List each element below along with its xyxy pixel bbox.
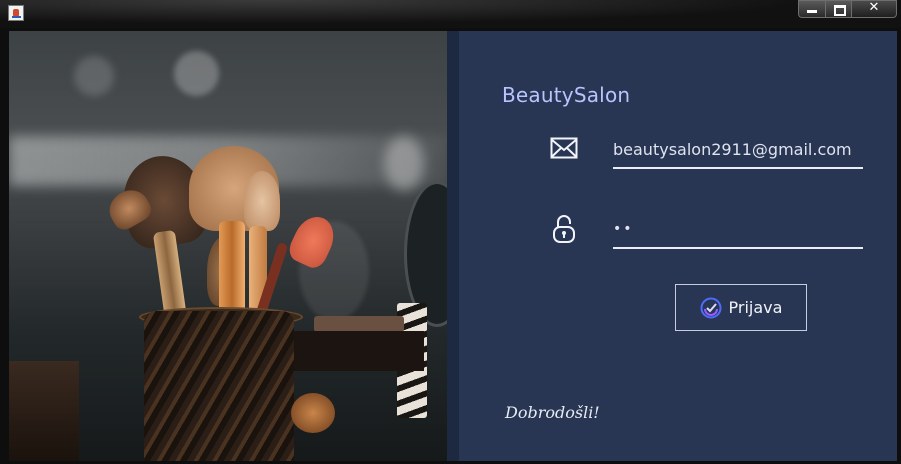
table-surface xyxy=(294,331,424,371)
panel-edge xyxy=(447,31,459,461)
window-title-bar[interactable]: ✕ xyxy=(0,0,901,28)
bokeh-circle xyxy=(174,51,219,96)
bokeh-circle xyxy=(384,136,424,191)
email-field[interactable] xyxy=(613,131,863,169)
makeup-brushes-photo xyxy=(9,31,447,461)
compact-case xyxy=(9,361,79,461)
brush-head xyxy=(244,171,280,231)
password-input[interactable] xyxy=(613,211,863,247)
maximize-button[interactable] xyxy=(825,0,851,18)
login-button-label: Prijava xyxy=(728,298,783,317)
brush-cup xyxy=(144,311,294,461)
close-button[interactable]: ✕ xyxy=(851,0,897,18)
mail-icon xyxy=(550,137,578,159)
welcome-text: Dobrodošli! xyxy=(505,403,600,422)
java-app-icon xyxy=(8,5,24,21)
brush-handle xyxy=(219,221,245,316)
lock-icon xyxy=(553,215,575,243)
login-button[interactable]: Prijava xyxy=(675,284,807,331)
password-field[interactable] xyxy=(613,211,863,249)
app-title: BeautySalon xyxy=(502,83,631,107)
close-icon: ✕ xyxy=(868,0,880,15)
check-circle-icon xyxy=(700,297,722,318)
window-controls: ✕ xyxy=(798,0,897,18)
palette-case xyxy=(314,316,404,332)
email-input[interactable] xyxy=(613,131,863,167)
login-panel: BeautySalon Prijava Dobrodošli! xyxy=(447,31,897,461)
makeup-sponge xyxy=(291,393,335,433)
bokeh-circle xyxy=(74,56,114,96)
minimize-button[interactable] xyxy=(798,0,825,18)
